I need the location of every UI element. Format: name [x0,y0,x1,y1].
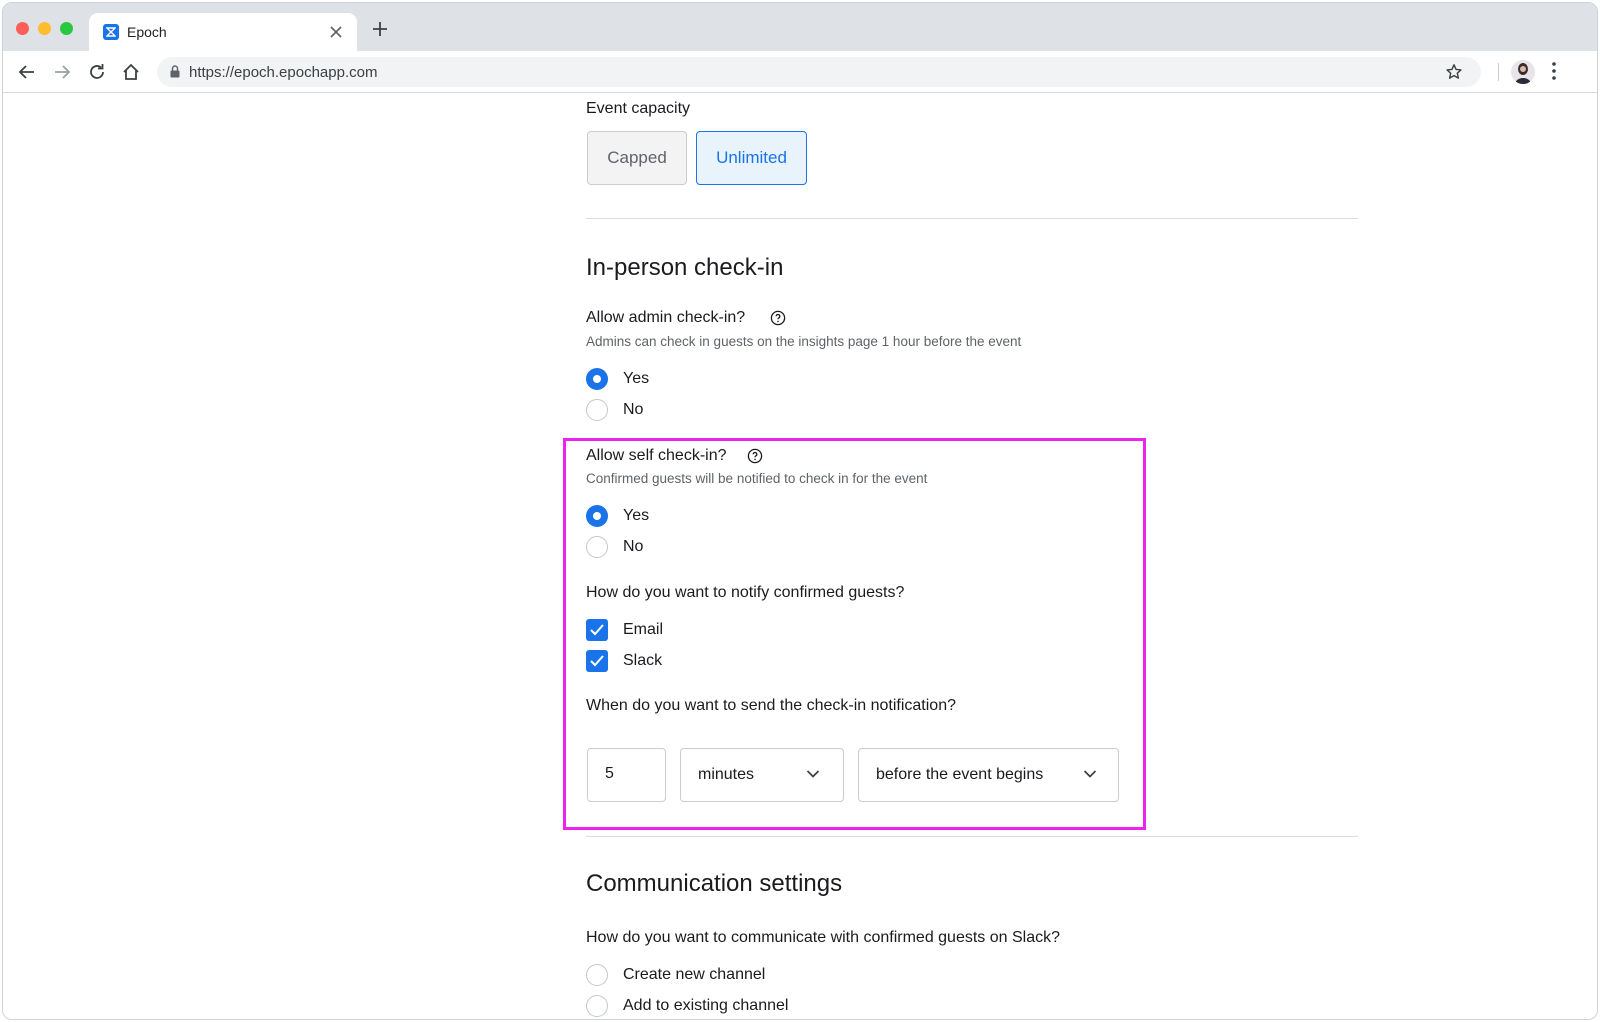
admin-checkin-yes-radio[interactable] [586,368,608,390]
forward-icon[interactable] [52,62,72,82]
email-option-label: Email [623,621,664,638]
slack-communication-question: How do you want to communicate with conf… [586,929,1061,946]
create-channel-label: Create new channel [623,966,766,983]
communication-heading: Communication settings [586,870,843,897]
timing-question-label: When do you want to send the check-in no… [586,697,956,714]
slack-checkbox[interactable] [586,650,608,672]
window-minimize-button[interactable] [38,22,51,35]
timing-relation-select[interactable]: before the event begins [858,748,1119,802]
lock-icon [170,65,180,78]
notify-question-label: How do you want to notify confirmed gues… [586,584,905,601]
url-text: https://epoch.epochapp.com [189,64,378,81]
self-checkin-label: Allow self check-in? [586,447,727,464]
create-channel-radio[interactable] [586,964,608,986]
notification-amount-input[interactable] [587,748,666,802]
self-checkin-no-radio[interactable] [586,536,608,558]
timing-relation-value: before the event begins [876,766,1044,783]
help-icon[interactable] [770,310,786,326]
address-bar[interactable]: https://epoch.epochapp.com [157,57,1481,87]
tab-title: Epoch [127,24,167,40]
window-close-button[interactable] [16,22,29,35]
browser-toolbar: https://epoch.epochapp.com [3,51,1597,93]
admin-checkin-no-radio[interactable] [586,399,608,421]
self-checkin-yes-radio[interactable] [586,505,608,527]
browser-tab[interactable]: Epoch [89,13,357,51]
reload-icon[interactable] [87,62,107,82]
admin-checkin-description: Admins can check in guests on the insigh… [586,334,1022,349]
check-icon [590,655,604,667]
existing-channel-label: Add to existing channel [623,997,789,1014]
event-capacity-label: Event capacity [586,100,691,117]
self-checkin-no-label: No [623,538,644,555]
menu-icon[interactable] [1551,61,1557,81]
profile-avatar[interactable] [1511,60,1535,84]
plus-icon[interactable] [371,20,389,38]
home-icon[interactable] [121,62,141,82]
chevron-down-icon [1083,770,1097,778]
window-maximize-button[interactable] [60,22,73,35]
tab-strip: Epoch [3,3,1597,51]
capped-button[interactable]: Capped [587,131,687,185]
page-content: Event capacity Capped Unlimited In-perso… [3,94,1597,1019]
section-divider [586,218,1358,219]
star-icon[interactable] [1445,63,1463,81]
chevron-down-icon [806,770,820,778]
amount-input-field[interactable] [605,765,645,783]
close-icon[interactable] [327,23,345,41]
email-checkbox[interactable] [586,619,608,641]
slack-option-label: Slack [623,652,663,669]
help-icon[interactable] [747,448,763,464]
epoch-favicon-icon [103,24,119,40]
unlimited-button[interactable]: Unlimited [696,131,807,185]
time-unit-value: minutes [698,766,755,783]
existing-channel-radio[interactable] [586,995,608,1017]
self-checkin-yes-label: Yes [623,507,650,524]
back-icon[interactable] [17,62,37,82]
time-unit-select[interactable]: minutes [680,748,844,802]
admin-checkin-yes-label: Yes [623,370,650,387]
toolbar-divider [1498,63,1499,81]
admin-checkin-label: Allow admin check-in? [586,309,746,326]
self-checkin-description: Confirmed guests will be notified to che… [586,471,928,486]
browser-window: Epoch https://epoch.epochapp.com Event c… [2,2,1598,1020]
admin-checkin-no-label: No [623,401,644,418]
section-divider [586,836,1358,837]
checkin-heading: In-person check-in [586,254,784,281]
check-icon [590,624,604,636]
